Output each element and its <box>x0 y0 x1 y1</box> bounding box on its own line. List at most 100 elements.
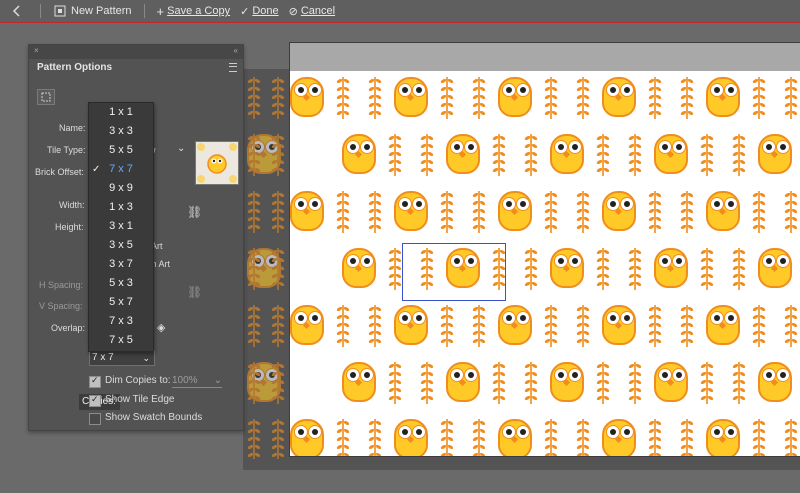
dropdown-item[interactable]: 7 x 5 <box>89 331 153 350</box>
overlap-icon[interactable]: ◈ <box>157 321 165 334</box>
owl-motif <box>290 415 330 456</box>
dropdown-item-label: 7 x 3 <box>109 315 133 327</box>
owl-motif <box>596 187 642 235</box>
wheat-motif <box>247 248 261 290</box>
pattern-canvas[interactable] <box>289 42 800 457</box>
wheat-motif <box>680 191 694 233</box>
wheat-motif <box>648 191 662 233</box>
done-button[interactable]: ✓ Done <box>240 5 279 18</box>
wheat-motif <box>576 305 590 347</box>
panel-header[interactable]: × « <box>29 45 243 59</box>
cancel-label: Cancel <box>300 5 336 17</box>
owl-motif <box>700 73 746 121</box>
dropdown-item-label: 3 x 7 <box>109 258 133 270</box>
owl-motif <box>336 358 382 406</box>
link-icon[interactable]: ⛓ <box>187 205 202 219</box>
dropdown-item-label: 1 x 3 <box>109 201 133 213</box>
dropdown-item[interactable]: 3 x 5 <box>89 236 153 255</box>
plus-icon: + <box>156 3 165 19</box>
wheat-motif <box>247 362 261 404</box>
height-label: Height: <box>55 222 84 232</box>
show-tile-edge-checkbox[interactable] <box>89 394 101 407</box>
wheat-motif <box>440 305 454 347</box>
wheat-motif <box>596 362 610 404</box>
dropdown-item[interactable]: ✓ 7 x 7 <box>89 160 153 179</box>
owl-motif <box>290 301 330 349</box>
check-icon: ✓ <box>92 164 101 175</box>
dropdown-item-label: 7 x 7 <box>109 163 133 175</box>
wheat-motif <box>271 419 285 459</box>
cancel-button[interactable]: ⊘ Cancel <box>289 5 335 18</box>
owl-motif <box>596 415 642 456</box>
dropdown-item[interactable]: 1 x 3 <box>89 198 153 217</box>
owl-motif <box>388 301 434 349</box>
owl-motif <box>290 73 330 121</box>
width-label: Width: <box>59 200 85 210</box>
save-copy-button[interactable]: + Save a Copy <box>157 4 231 19</box>
wheat-motif <box>388 134 402 176</box>
dropdown-item[interactable]: 5 x 3 <box>89 274 153 293</box>
artboard-header-strip <box>290 43 800 71</box>
dropdown-item[interactable]: 3 x 7 <box>89 255 153 274</box>
wheat-motif <box>336 191 350 233</box>
owl-motif <box>700 415 746 456</box>
wheat-motif <box>732 248 746 290</box>
show-swatch-bounds-label: Show Swatch Bounds <box>105 412 203 423</box>
owl-motif <box>440 358 486 406</box>
wheat-motif <box>680 305 694 347</box>
owl-motif <box>388 73 434 121</box>
dim-copies-select[interactable]: 100% ⌄ <box>172 375 222 388</box>
chevron-down-icon[interactable]: ⌄ <box>177 143 185 154</box>
show-swatch-bounds-checkbox[interactable] <box>89 413 101 425</box>
owl-motif <box>752 130 798 178</box>
dropdown-item[interactable]: 3 x 3 <box>89 122 153 141</box>
copies-select[interactable]: 7 x 7 ⌄ <box>89 350 155 366</box>
wheat-motif <box>440 191 454 233</box>
top-bar: New Pattern + Save a Copy ✓ Done ⊘ Cance… <box>0 0 800 23</box>
wheat-motif <box>271 191 285 233</box>
dropdown-item[interactable]: 5 x 5 <box>89 141 153 160</box>
dropdown-item[interactable]: 7 x 3 <box>89 312 153 331</box>
wheat-motif <box>472 305 486 347</box>
divider <box>143 4 145 18</box>
wheat-motif <box>336 419 350 456</box>
owl-motif <box>544 244 590 292</box>
wheat-motif <box>336 305 350 347</box>
tile-edge-box[interactable] <box>402 243 506 301</box>
dropdown-item[interactable]: 1 x 1 <box>89 103 153 122</box>
owl-motif <box>492 73 538 121</box>
wheat-motif <box>596 134 610 176</box>
copies-dropdown-list[interactable]: 1 x 1 3 x 3 5 x 5 ✓ 7 x 7 9 x 9 1 x 3 3 x 1 3 x … <box>88 102 154 352</box>
dropdown-item-label: 3 x 1 <box>109 220 133 232</box>
wheat-motif <box>648 77 662 119</box>
cancel-icon: ⊘ <box>288 5 298 18</box>
wheat-motif <box>271 77 285 119</box>
dropdown-item[interactable]: 9 x 9 <box>89 179 153 198</box>
panel-menu-icon[interactable] <box>229 63 237 72</box>
wheat-motif <box>492 362 506 404</box>
wheat-motif <box>247 305 261 347</box>
owl-motif <box>596 73 642 121</box>
exit-isolation-button[interactable] <box>10 4 28 18</box>
owl-motif <box>388 187 434 235</box>
h-spacing-label: H Spacing: <box>39 280 84 290</box>
dropdown-item-label: 3 x 3 <box>109 125 133 137</box>
wheat-motif <box>732 362 746 404</box>
dim-copies-checkbox[interactable] <box>89 375 101 388</box>
wheat-motif <box>700 362 714 404</box>
dropdown-item-label: 9 x 9 <box>109 182 133 194</box>
close-icon[interactable]: × <box>34 46 39 55</box>
spacing-link-icon[interactable]: ⛓ <box>187 285 202 299</box>
pattern-tile-tool-icon[interactable] <box>37 89 55 105</box>
dropdown-item[interactable]: 5 x 7 <box>89 293 153 312</box>
panel-title: Pattern Options <box>37 62 113 73</box>
wheat-motif <box>576 77 590 119</box>
dropdown-item[interactable]: 3 x 1 <box>89 217 153 236</box>
brick-offset-label: Brick Offset: <box>35 167 84 177</box>
collapse-icon[interactable]: « <box>234 46 238 55</box>
owl-motif <box>596 301 642 349</box>
wheat-motif <box>336 77 350 119</box>
dropdown-item-label: 5 x 7 <box>109 296 133 308</box>
owl-motif <box>388 415 434 456</box>
owl-motif <box>336 244 382 292</box>
